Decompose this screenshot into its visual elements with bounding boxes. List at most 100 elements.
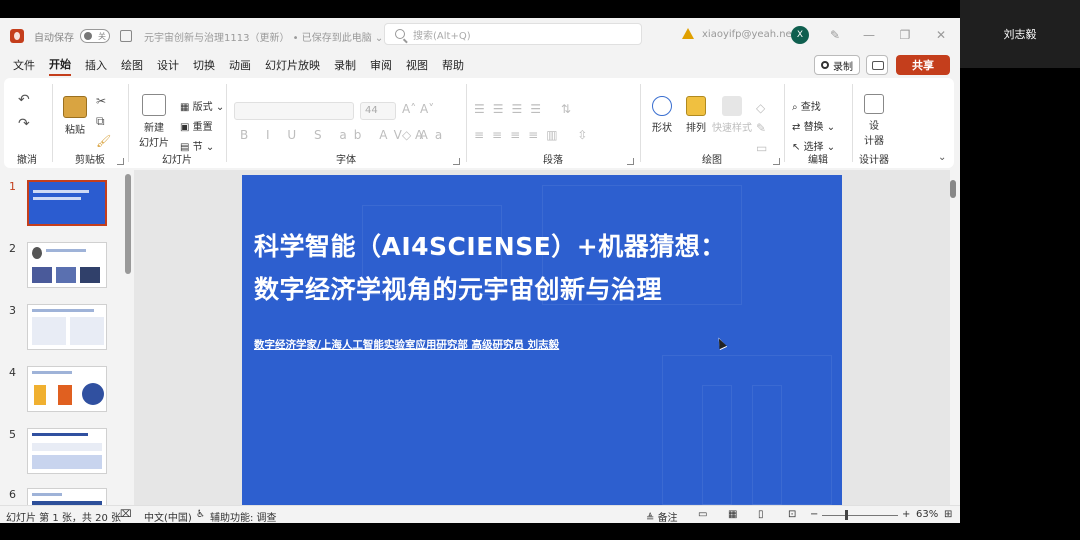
language-indicator[interactable]: 中文(中国) <box>144 509 192 523</box>
thumbnail-item[interactable]: 1 <box>0 180 124 232</box>
arrange-button[interactable]: 排列 <box>680 96 712 134</box>
undo-icon[interactable]: ↶ <box>18 92 30 108</box>
replace-button[interactable]: ⇄ 替换 ⌄ <box>792 118 835 133</box>
tab-design[interactable]: 设计 <box>157 55 179 75</box>
list-buttons[interactable]: ☰☰☰☰ ⇅ <box>474 102 579 116</box>
tab-file[interactable]: 文件 <box>13 55 35 75</box>
thumbnail-item[interactable]: 4 <box>0 366 124 418</box>
cut-icon[interactable]: ✂ <box>96 94 106 108</box>
slide-canvas[interactable]: 科学智能（AI4SCIENSE）+机器猜想： 数字经济学视角的元宇宙创新与治理 … <box>242 175 842 513</box>
fit-to-window-icon[interactable]: ⊞ <box>944 509 952 520</box>
avatar[interactable]: X <box>791 26 809 44</box>
spellcheck-icon[interactable]: ⌧ <box>120 509 132 520</box>
layout-button[interactable]: ▦ 版式 ⌄ <box>180 98 224 113</box>
slide-title-line1[interactable]: 科学智能（AI4SCIENSE）+机器猜想： <box>254 227 726 263</box>
copy-icon[interactable]: ⧉ <box>96 114 105 129</box>
slide-thumbnail[interactable] <box>27 366 107 412</box>
clipboard-launcher-icon[interactable] <box>117 158 124 165</box>
group-designer: 设 计器 设计器 <box>854 78 894 168</box>
slide-subtitle[interactable]: 数字经济学家/上海人工智能实验室应用研究部 高级研究员 刘志毅 <box>254 337 559 352</box>
group-undo: ↶ ↷ 撤消 <box>17 92 37 166</box>
shapes-button[interactable]: 形状 <box>646 96 678 134</box>
group-clipboard: 粘贴 ✂ ⧉ 🖌 剪贴板 <box>54 78 126 168</box>
reading-view-icon[interactable]: ▯ <box>758 509 764 520</box>
grow-font-icon[interactable]: A˄ A˅ <box>402 102 434 116</box>
zoom-level[interactable]: 63% <box>916 509 938 520</box>
redo-icon[interactable]: ↷ <box>18 116 30 132</box>
warning-icon[interactable] <box>682 28 694 39</box>
title-bar: 自动保存 关 元宇宙创新与治理1113（更新） • 已保存到此电脑 ⌄ 搜索(A… <box>0 18 960 54</box>
tab-insert[interactable]: 插入 <box>85 55 107 75</box>
slide-sorter-icon[interactable]: ▦ <box>728 509 737 520</box>
share-button[interactable]: 共享 <box>896 55 950 75</box>
zoom-out-icon[interactable]: − <box>810 509 818 520</box>
slide-editor: 科学智能（AI4SCIENSE）+机器猜想： 数字经济学视角的元宇宙创新与治理 … <box>134 170 950 515</box>
pen-icon[interactable]: ✎ <box>826 27 844 43</box>
record-button[interactable]: 录制 <box>814 55 860 75</box>
thumbnail-scrollbar[interactable] <box>125 174 131 274</box>
editor-scrollbar[interactable] <box>950 180 956 198</box>
minimize-icon[interactable]: — <box>860 27 878 43</box>
tab-help[interactable]: 帮助 <box>442 55 464 75</box>
font-launcher-icon[interactable] <box>453 158 460 165</box>
shape-format-icons[interactable]: ◇ ✎ ▭ <box>756 98 767 158</box>
tab-slideshow[interactable]: 幻灯片放映 <box>265 55 320 75</box>
accessibility-status[interactable]: 辅助功能: 调查 <box>210 509 277 523</box>
tab-animations[interactable]: 动画 <box>229 55 251 75</box>
paste-icon <box>63 96 87 118</box>
restore-icon[interactable]: ❐ <box>896 27 914 43</box>
slideshow-icon[interactable]: ⊡ <box>788 509 796 520</box>
slide-thumbnail[interactable] <box>27 180 107 226</box>
document-title[interactable]: 元宇宙创新与治理1113（更新） • 已保存到此电脑 ⌄ <box>144 29 383 44</box>
font-size-input[interactable]: 44 <box>360 102 396 120</box>
record-icon <box>821 61 829 69</box>
thumbnail-item[interactable]: 5 <box>0 428 124 480</box>
save-icon[interactable] <box>120 30 132 42</box>
quick-styles-button[interactable]: 快速样式 <box>712 96 752 134</box>
slide-thumbnail[interactable] <box>27 242 107 288</box>
new-slide-button[interactable]: 新建 幻灯片 <box>134 94 174 149</box>
tab-home[interactable]: 开始 <box>49 54 71 76</box>
status-bar: 幻灯片 第 1 张，共 20 张 ⌧ 中文(中国) ♿ 辅助功能: 调查 ≜ 备… <box>0 505 960 523</box>
font-name-input[interactable] <box>234 102 354 120</box>
tab-transitions[interactable]: 切换 <box>193 55 215 75</box>
autosave-toggle[interactable]: 关 <box>80 29 110 43</box>
slide-thumbnail-pane: 1 2 3 4 5 6 <box>0 170 132 516</box>
powerpoint-window: 自动保存 关 元宇宙创新与治理1113（更新） • 已保存到此电脑 ⌄ 搜索(A… <box>0 18 960 523</box>
thumbnail-item[interactable]: 3 <box>0 304 124 356</box>
format-painter-icon[interactable]: 🖌 <box>96 134 111 148</box>
comments-button[interactable] <box>866 55 888 75</box>
designer-button[interactable]: 设 计器 <box>858 94 890 147</box>
quick-styles-icon <box>722 96 742 116</box>
zoom-slider-thumb[interactable] <box>845 510 848 520</box>
normal-view-icon[interactable]: ▭ <box>698 509 707 520</box>
paragraph-launcher-icon[interactable] <box>627 158 634 165</box>
font-color-icon[interactable]: ◇ A <box>402 128 423 142</box>
find-button[interactable]: ⌕ 查找 <box>792 98 821 113</box>
paste-button[interactable]: 粘贴 <box>58 96 92 136</box>
reset-button[interactable]: ▣ 重置 <box>180 118 213 133</box>
slide-thumbnail[interactable] <box>27 428 107 474</box>
powerpoint-logo-icon <box>10 29 24 43</box>
slide-thumbnail[interactable] <box>27 304 107 350</box>
drawing-launcher-icon[interactable] <box>773 158 780 165</box>
thumbnail-item[interactable]: 2 <box>0 242 124 294</box>
close-icon[interactable]: ✕ <box>932 27 950 43</box>
accessibility-icon[interactable]: ♿ <box>196 509 205 520</box>
tab-review[interactable]: 审阅 <box>370 55 392 75</box>
tab-view[interactable]: 视图 <box>406 55 428 75</box>
zoom-in-icon[interactable]: + <box>902 509 910 520</box>
new-slide-icon <box>142 94 166 116</box>
search-icon <box>395 29 405 39</box>
zoom-slider[interactable] <box>822 515 898 516</box>
align-buttons[interactable]: ≡≡≡≡▥ ⇳ <box>474 128 595 142</box>
search-box[interactable]: 搜索(Alt+Q) <box>384 23 642 45</box>
tab-draw[interactable]: 绘图 <box>121 55 143 75</box>
collapse-ribbon-icon[interactable]: ⌄ <box>938 152 946 163</box>
slide-counter: 幻灯片 第 1 张，共 20 张 <box>6 513 121 523</box>
tab-record[interactable]: 录制 <box>334 55 356 75</box>
participant-name-panel: 刘志毅 <box>960 0 1080 68</box>
account-email[interactable]: xiaoyifp@yeah.net <box>702 29 796 40</box>
notes-button[interactable]: ≜ 备注 <box>646 509 678 523</box>
slide-title-line2[interactable]: 数字经济学视角的元宇宙创新与治理 <box>254 270 662 306</box>
